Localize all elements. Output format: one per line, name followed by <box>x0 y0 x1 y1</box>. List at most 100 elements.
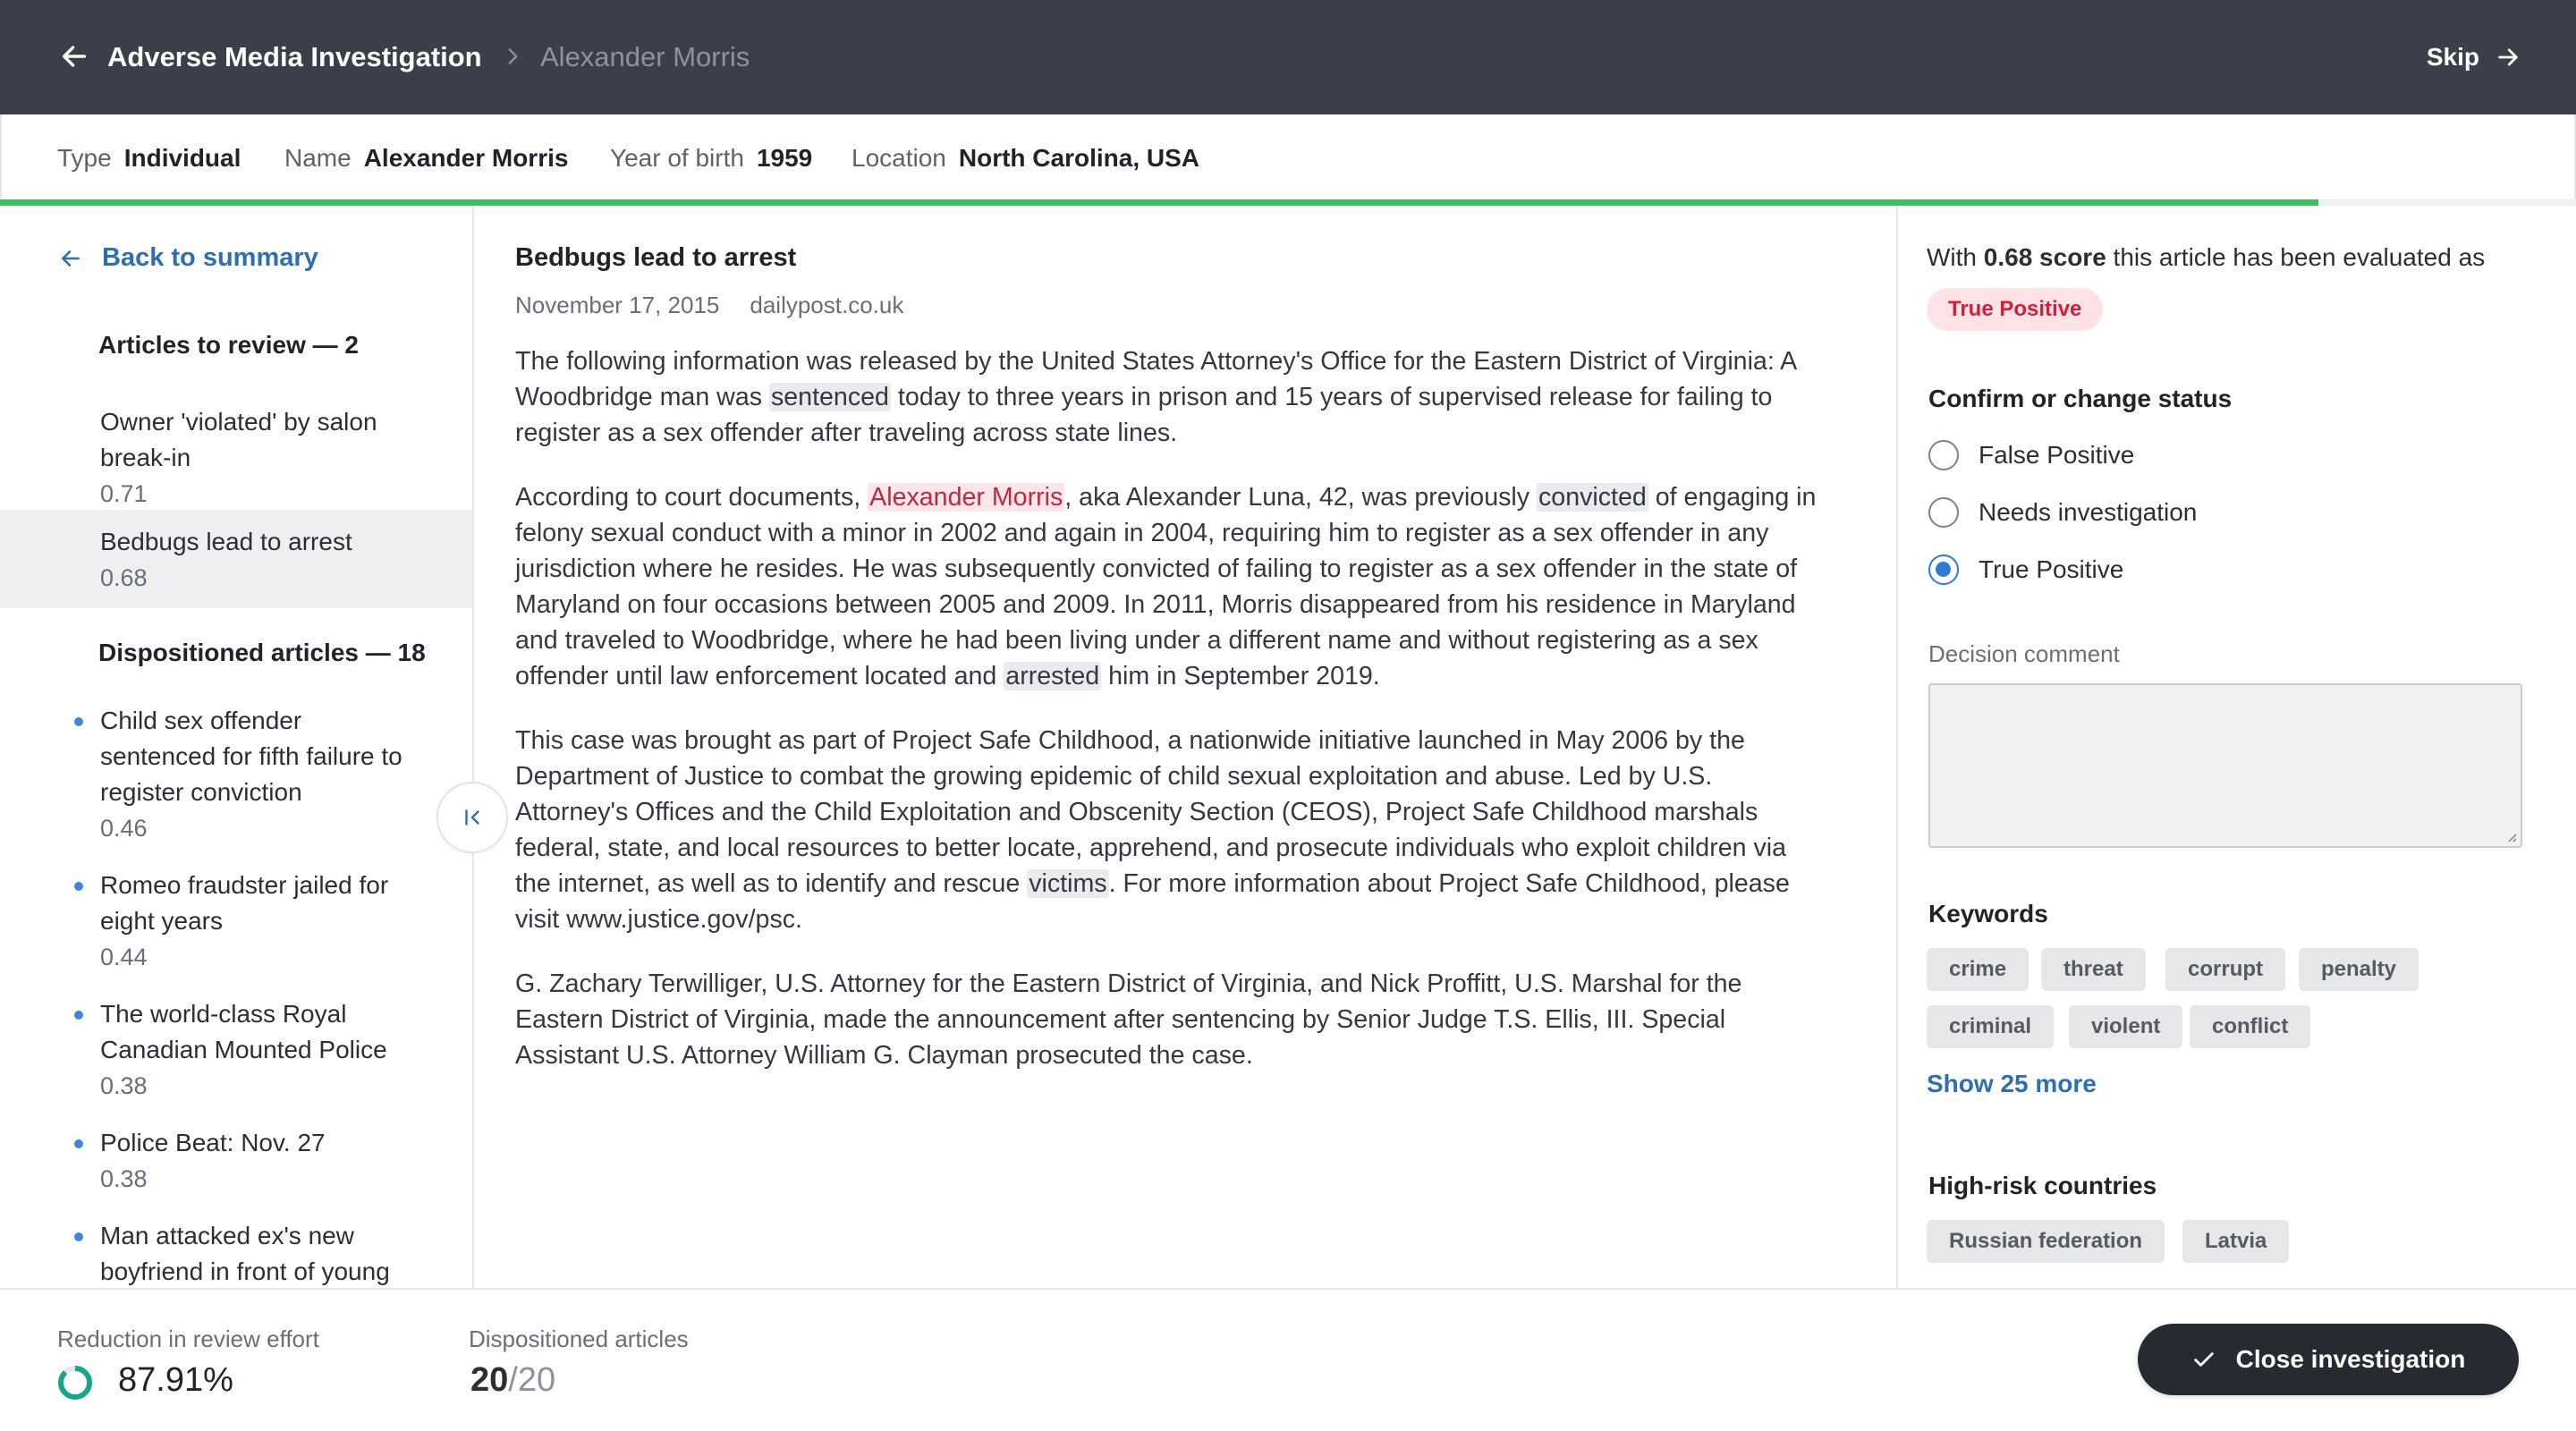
collapse-left-icon <box>465 809 479 826</box>
status-option-label: False Positive <box>1979 441 2135 469</box>
yob-value: 1959 <box>756 144 813 172</box>
high-risk-countries-heading: High-risk countries <box>1928 1172 2157 1199</box>
dispositioned-article-item[interactable]: Child sex offender sentenced for fifth f… <box>0 703 472 846</box>
review-progress-bar <box>0 199 2576 206</box>
article-title: Man attacked ex's new boyfriend in front… <box>100 1222 390 1285</box>
arrow-left-icon <box>62 250 80 267</box>
article-title: Child sex offender sentenced for fifth f… <box>100 707 402 806</box>
type-label: Type <box>57 144 112 172</box>
article-paragraph: This case was brought as part of Project… <box>515 723 1821 937</box>
radio-button[interactable] <box>1928 440 1959 470</box>
review-section-heading: Articles to review — 2 <box>98 331 360 359</box>
review-article-item[interactable]: Owner 'violated' by salon break-in 0.71 <box>0 394 472 519</box>
radio-button[interactable] <box>1928 497 1959 528</box>
article-score: 0.68 <box>100 564 148 591</box>
article-title: Owner 'violated' by salon break-in <box>100 408 377 471</box>
text-run: him in September 2019. <box>1101 662 1380 690</box>
review-article-item-selected[interactable]: Bedbugs lead to arrest 0.68 <box>0 510 472 608</box>
keywords-heading: Keywords <box>1928 900 2048 927</box>
article-paragraph: According to court documents, Alexander … <box>515 479 1821 694</box>
dispositioned-section-heading: Dispositioned articles — 18 <box>98 639 426 666</box>
bullet-dot <box>74 717 83 726</box>
keyword-highlight: arrested <box>1004 662 1102 690</box>
text-run: this article has been evaluated as <box>2106 243 2486 271</box>
top-bar: Adverse Media Investigation Alexander Mo… <box>0 0 2576 114</box>
collapse-sidebar-button[interactable] <box>436 782 508 853</box>
chevron-right-icon <box>508 48 518 64</box>
subject-location: Location North Carolina, USA <box>852 144 1199 173</box>
reduction-ring-icon <box>58 1366 92 1400</box>
back-to-summary-label: Back to summary <box>102 243 318 272</box>
keyword-chip: violent <box>2069 1005 2183 1048</box>
status-option-false-positive[interactable]: False Positive <box>1928 440 2134 470</box>
article-headline: Bedbugs lead to arrest <box>515 243 797 272</box>
text-run: , aka Alexander Luna, 42, was previously <box>1064 483 1537 512</box>
yob-label: Year of birth <box>610 144 744 172</box>
dispositioned-total: /20 <box>508 1361 556 1399</box>
article-title: Police Beat: Nov. 27 <box>100 1129 326 1156</box>
dispositioned-count: 20/20 <box>470 1361 555 1400</box>
status-badge: True Positive <box>1927 288 2104 331</box>
dispositioned-label: Dispositioned articles <box>469 1325 689 1352</box>
skip-button[interactable]: Skip <box>2427 39 2521 75</box>
status-heading: Confirm or change status <box>1928 385 2233 412</box>
review-progress-fill <box>0 199 2318 206</box>
back-to-summary-link[interactable]: Back to summary <box>59 243 318 273</box>
article-date: November 17, 2015 <box>515 292 720 318</box>
evaluation-panel: With 0.68 score this article has been ev… <box>1896 206 2576 1288</box>
text-run: With <box>1927 243 1984 271</box>
article-score: 0.44 <box>100 944 148 970</box>
article-score: 0.38 <box>100 1165 148 1192</box>
article-meta: November 17, 2015 dailypost.co.uk <box>515 292 903 319</box>
subject-type: Type Individual <box>57 144 241 173</box>
show-more-keywords-link[interactable]: Show 25 more <box>1927 1070 2097 1098</box>
subject-year-of-birth: Year of birth 1959 <box>610 144 812 173</box>
text-run: According to court documents, <box>515 483 869 512</box>
keyword-chip: threat <box>2041 948 2146 991</box>
bullet-dot <box>74 1139 83 1148</box>
subject-name-highlight: Alexander Morris <box>868 483 1065 512</box>
article-score: 0.38 <box>100 1072 148 1099</box>
evaluation-score: 0.68 score <box>1983 243 2106 271</box>
keyword-highlight: sentenced <box>768 383 891 411</box>
decision-comment-label: Decision comment <box>1928 640 2120 667</box>
status-option-label: Needs investigation <box>1979 498 2198 526</box>
article-title: The world-class Royal Canadian Mounted P… <box>100 1000 387 1063</box>
type-value: Individual <box>123 144 242 172</box>
status-option-label: True Positive <box>1979 555 2124 583</box>
dispositioned-done: 20 <box>470 1361 509 1399</box>
article-sidebar: Back to summary Articles to review — 2 O… <box>0 206 474 1288</box>
arrow-right-icon <box>2498 48 2518 66</box>
article-source: dailypost.co.uk <box>750 292 904 318</box>
decision-comment-input[interactable] <box>1928 683 2522 848</box>
dispositioned-article-item[interactable]: Man attacked ex's new boyfriend in front… <box>0 1218 472 1288</box>
close-investigation-label: Close investigation <box>2235 1345 2466 1373</box>
dispositioned-article-item[interactable]: The world-class Royal Canadian Mounted P… <box>0 996 472 1104</box>
bullet-dot <box>74 882 83 891</box>
location-label: Location <box>852 144 946 172</box>
country-chip: Latvia <box>2182 1220 2290 1263</box>
article-score: 0.46 <box>100 815 148 842</box>
dispositioned-article-item[interactable]: Police Beat: Nov. 27 0.38 <box>0 1125 472 1197</box>
status-option-true-positive[interactable]: True Positive <box>1928 555 2123 585</box>
article-paragraph: The following information was released b… <box>515 343 1821 451</box>
subject-name: Name Alexander Morris <box>284 144 568 173</box>
article-content: Bedbugs lead to arrest November 17, 2015… <box>515 206 1821 1288</box>
name-value: Alexander Morris <box>363 144 569 172</box>
skip-label: Skip <box>2426 43 2479 71</box>
close-investigation-button[interactable]: Close investigation <box>2138 1324 2519 1395</box>
article-score: 0.71 <box>100 480 148 507</box>
radio-button-checked[interactable] <box>1928 555 1959 585</box>
status-option-needs-investigation[interactable]: Needs investigation <box>1928 497 2197 528</box>
resize-grip-icon[interactable] <box>2504 830 2517 843</box>
arrow-left-icon[interactable] <box>59 41 89 72</box>
dispositioned-article-item[interactable]: Romeo fraudster jailed for eight years 0… <box>0 868 472 975</box>
footer-bar: Reduction in review effort 87.91% Dispos… <box>0 1288 2576 1431</box>
article-paragraph: G. Zachary Terwilliger, U.S. Attorney fo… <box>515 970 1742 1070</box>
reduction-label: Reduction in review effort <box>57 1325 319 1352</box>
bullet-dot <box>74 1011 83 1020</box>
bullet-dot <box>74 1232 83 1241</box>
checkmark-icon <box>2193 1352 2214 1367</box>
country-chip: Russian federation <box>1927 1220 2165 1263</box>
keyword-chip: corrupt <box>2165 948 2285 991</box>
